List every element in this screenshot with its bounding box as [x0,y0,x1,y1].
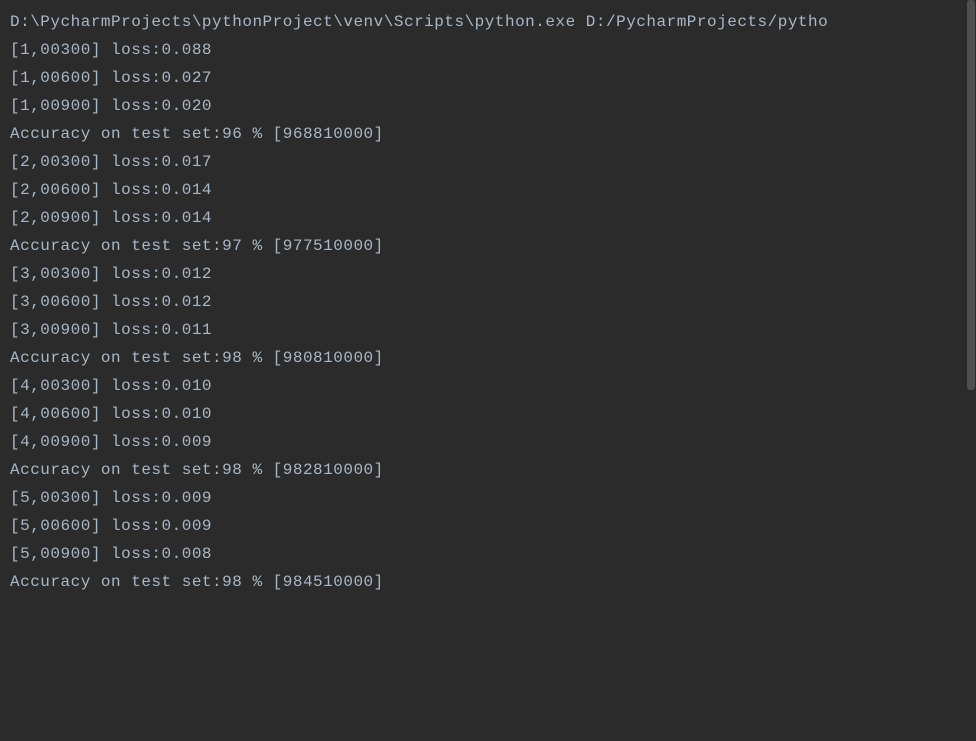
console-line: [4,00600] loss:0.010 [10,400,968,428]
scrollbar-thumb[interactable] [967,0,975,390]
console-line: Accuracy on test set:98 % [980810000] [10,344,968,372]
console-line: [1,00600] loss:0.027 [10,64,968,92]
console-line: [2,00900] loss:0.014 [10,204,968,232]
console-line: [1,00300] loss:0.088 [10,36,968,64]
console-line: [3,00600] loss:0.012 [10,288,968,316]
console-line: Accuracy on test set:97 % [977510000] [10,232,968,260]
console-line: [4,00300] loss:0.010 [10,372,968,400]
console-line: [4,00900] loss:0.009 [10,428,968,456]
console-line: [3,00900] loss:0.011 [10,316,968,344]
console-line: [2,00600] loss:0.014 [10,176,968,204]
console-line: D:\PycharmProjects\pythonProject\venv\Sc… [10,8,968,36]
console-line: Accuracy on test set:98 % [982810000] [10,456,968,484]
console-line: [3,00300] loss:0.012 [10,260,968,288]
vertical-scrollbar[interactable] [966,0,976,741]
console-output[interactable]: D:\PycharmProjects\pythonProject\venv\Sc… [10,8,968,596]
console-line: [5,00300] loss:0.009 [10,484,968,512]
console-line: Accuracy on test set:98 % [984510000] [10,568,968,596]
console-line: [5,00600] loss:0.009 [10,512,968,540]
console-line: [5,00900] loss:0.008 [10,540,968,568]
console-line: [2,00300] loss:0.017 [10,148,968,176]
console-line: Accuracy on test set:96 % [968810000] [10,120,968,148]
console-line: [1,00900] loss:0.020 [10,92,968,120]
